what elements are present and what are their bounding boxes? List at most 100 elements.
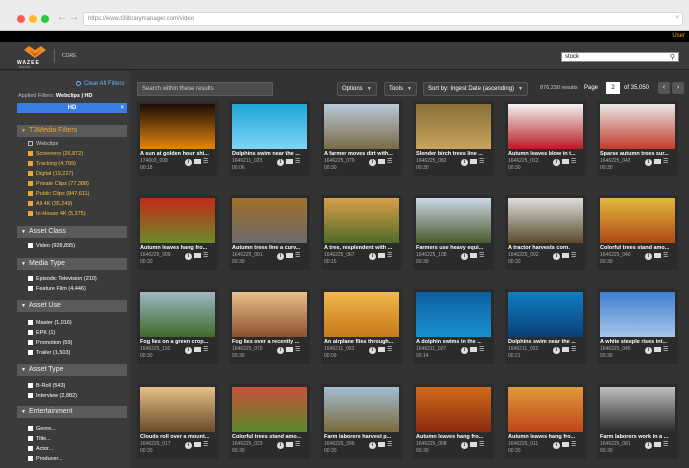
clip-thumbnail[interactable] xyxy=(232,104,307,149)
clip-card[interactable]: Autumn leaves hang fro... 1646225_009 00:3… xyxy=(137,195,218,270)
filter-item[interactable]: Feature Film (4,446) xyxy=(28,286,86,292)
preview-icon[interactable] xyxy=(378,346,385,352)
filter-item[interactable]: Trailer (1,503) xyxy=(28,350,70,356)
clip-card[interactable]: Autumn leaves blow in t... 1646225_012 00:… xyxy=(505,101,586,176)
checkbox-icon[interactable] xyxy=(28,151,33,157)
section-entertainment[interactable]: ▼ Entertainment xyxy=(17,406,127,418)
filter-item[interactable]: Screeners (26,872) xyxy=(28,151,83,157)
filter-item[interactable]: Producer... xyxy=(28,456,63,462)
preview-icon[interactable] xyxy=(562,441,569,447)
remove-chip-icon[interactable]: × xyxy=(120,103,124,113)
info-icon[interactable]: i xyxy=(185,442,192,449)
menu-icon[interactable]: ☰ xyxy=(571,159,576,165)
preview-icon[interactable] xyxy=(378,252,385,258)
preview-icon[interactable] xyxy=(562,252,569,258)
checkbox-icon[interactable] xyxy=(28,141,33,147)
info-icon[interactable]: i xyxy=(369,347,376,354)
filter-item[interactable]: Promotion (59) xyxy=(28,340,72,346)
clip-thumbnail[interactable] xyxy=(416,292,491,337)
checkbox-icon[interactable] xyxy=(28,243,33,249)
info-icon[interactable]: i xyxy=(645,347,652,354)
info-icon[interactable]: i xyxy=(461,253,468,260)
menu-icon[interactable]: ☰ xyxy=(203,253,208,259)
search-within-input[interactable]: Search within these results xyxy=(137,82,273,96)
clip-card[interactable]: Farm laborers harvest p... 1646225_096 00:… xyxy=(321,384,402,459)
clear-all-filters-button[interactable]: Clear All Filters xyxy=(76,81,124,87)
preview-icon[interactable] xyxy=(470,441,477,447)
menu-icon[interactable]: ☰ xyxy=(203,442,208,448)
preview-icon[interactable] xyxy=(562,158,569,164)
clip-thumbnail[interactable] xyxy=(232,198,307,243)
info-icon[interactable]: i xyxy=(277,442,284,449)
menu-icon[interactable]: ☰ xyxy=(203,159,208,165)
filter-item[interactable]: Episodic Television (210) xyxy=(28,276,97,282)
checkbox-icon[interactable] xyxy=(28,191,33,197)
section-asset-type[interactable]: ▼ Asset Type xyxy=(17,364,127,376)
clip-thumbnail[interactable] xyxy=(416,198,491,243)
preview-icon[interactable] xyxy=(654,346,661,352)
preview-icon[interactable] xyxy=(286,441,293,447)
clip-thumbnail[interactable] xyxy=(324,292,399,337)
search-icon[interactable]: ⚲ xyxy=(670,53,675,61)
checkbox-icon[interactable] xyxy=(28,446,33,452)
clip-card[interactable]: Fog lies on a green crop... 1646225_116 00… xyxy=(137,289,218,364)
filter-item[interactable]: Master (1,016) xyxy=(28,320,72,326)
menu-icon[interactable]: ☰ xyxy=(203,347,208,353)
preview-icon[interactable] xyxy=(378,441,385,447)
clip-card[interactable]: A sun at golden hour shi... 174003_008 00:… xyxy=(137,101,218,176)
clip-thumbnail[interactable] xyxy=(140,198,215,243)
checkbox-icon[interactable] xyxy=(28,201,33,207)
filter-item[interactable]: EPK (1) xyxy=(28,330,55,336)
info-icon[interactable]: i xyxy=(461,442,468,449)
preview-icon[interactable] xyxy=(562,346,569,352)
checkbox-icon[interactable] xyxy=(28,161,33,167)
checkbox-icon[interactable] xyxy=(28,211,33,217)
checkbox-icon[interactable] xyxy=(28,181,33,187)
info-icon[interactable]: i xyxy=(461,347,468,354)
clip-card[interactable]: A tree, resplendent with ... 1646225_067 0… xyxy=(321,195,402,270)
clip-thumbnail[interactable] xyxy=(416,387,491,432)
clip-thumbnail[interactable] xyxy=(600,387,675,432)
menu-icon[interactable]: ☰ xyxy=(295,347,300,353)
info-icon[interactable]: i xyxy=(185,159,192,166)
clip-card[interactable]: Clouds roll over a mount... 1646225_017 00… xyxy=(137,384,218,459)
section-asset-use[interactable]: ▼ Asset Use xyxy=(17,300,127,312)
clip-card[interactable]: Colorful trees stand amo... 1646225_023 00… xyxy=(229,384,310,459)
clip-thumbnail[interactable] xyxy=(600,292,675,337)
menu-icon[interactable]: ☰ xyxy=(295,159,300,165)
user-link[interactable]: User xyxy=(672,33,685,39)
maximize-window-button[interactable] xyxy=(41,15,49,23)
menu-icon[interactable]: ☰ xyxy=(571,442,576,448)
info-icon[interactable]: i xyxy=(369,253,376,260)
clip-card[interactable]: Dolphins swim near the ... 1646211_023 00:… xyxy=(229,101,310,176)
preview-icon[interactable] xyxy=(654,252,661,258)
clip-thumbnail[interactable] xyxy=(508,198,583,243)
clip-card[interactable]: Farmers use heavy equi... 1646225_108 00:3… xyxy=(413,195,494,270)
filter-item[interactable]: All 4K (35,249) xyxy=(28,201,72,207)
clip-thumbnail[interactable] xyxy=(416,104,491,149)
checkbox-icon[interactable] xyxy=(28,436,33,442)
preview-icon[interactable] xyxy=(378,158,385,164)
menu-icon[interactable]: ☰ xyxy=(571,347,576,353)
info-icon[interactable]: i xyxy=(277,347,284,354)
clip-card[interactable]: Sparse autumn trees sur... 1646225_042 00:… xyxy=(597,101,678,176)
info-icon[interactable]: i xyxy=(553,347,560,354)
clip-thumbnail[interactable] xyxy=(600,198,675,243)
clip-card[interactable]: Autumn trees line a curv... 1646225_001 00… xyxy=(229,195,310,270)
menu-icon[interactable]: ☰ xyxy=(479,347,484,353)
checkbox-icon[interactable] xyxy=(28,276,33,282)
page-number-input[interactable]: 2 xyxy=(606,82,620,94)
info-icon[interactable]: i xyxy=(185,347,192,354)
checkbox-icon[interactable] xyxy=(28,383,33,389)
info-icon[interactable]: i xyxy=(645,442,652,449)
forward-arrow-icon[interactable]: → xyxy=(69,12,79,23)
hd-filter-chip[interactable]: HD × xyxy=(17,103,127,113)
preview-icon[interactable] xyxy=(470,346,477,352)
menu-icon[interactable]: ☰ xyxy=(663,159,668,165)
clip-card[interactable]: An airplane flies through... 1646211_003 0… xyxy=(321,289,402,364)
checkbox-icon[interactable] xyxy=(28,456,33,462)
clip-card[interactable]: A farmer moves dirt with... 1646225_079 00… xyxy=(321,101,402,176)
filter-item[interactable]: In-House 4K (5,375) xyxy=(28,211,86,217)
preview-icon[interactable] xyxy=(194,158,201,164)
clip-thumbnail[interactable] xyxy=(232,387,307,432)
